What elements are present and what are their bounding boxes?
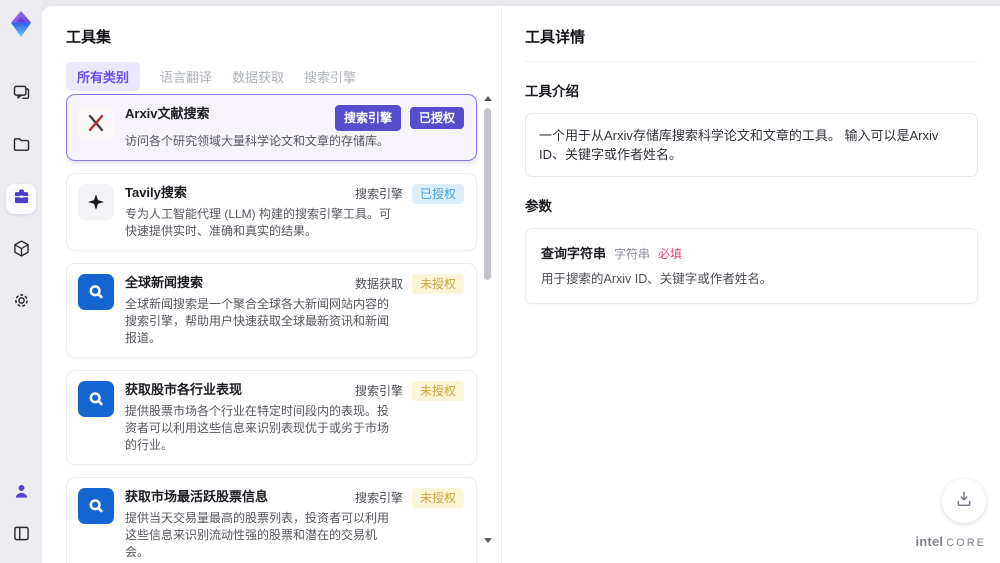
sidebar-item-models[interactable] xyxy=(6,236,36,266)
auth-status-badge: 未授权 xyxy=(411,381,464,401)
category-tab[interactable]: 搜索引擎 xyxy=(304,62,356,91)
tool-name: Arxiv文献搜索 xyxy=(125,106,210,121)
tool-description: 提供股票市场各个行业在特定时间段内的表现。投资者可以利用这些信息来识别表现优于或… xyxy=(125,404,390,452)
news-search-icon xyxy=(78,274,114,310)
auth-status-badge: 已授权 xyxy=(411,184,464,204)
auth-status-badge: 未授权 xyxy=(411,488,464,508)
detail-title: 工具详情 xyxy=(525,26,978,62)
intro-heading: 工具介绍 xyxy=(525,84,579,99)
auth-status-badge: 未授权 xyxy=(411,274,464,294)
category-badge: 搜索引擎 xyxy=(354,384,403,398)
tool-card[interactable]: 全球新闻搜索 数据获取 未授权 全球新闻搜索是一个聚合全球各大新闻网站内容的搜索… xyxy=(66,263,477,358)
scroll-up-arrow[interactable] xyxy=(484,96,492,101)
chat-icon xyxy=(11,82,32,108)
tool-description: 全球新闻搜索是一个聚合全球各大新闻网站内容的搜索引擎，帮助用户快速获取全球最新资… xyxy=(125,297,390,345)
category-badge: 搜索引擎 xyxy=(354,187,403,201)
user-icon xyxy=(11,481,32,507)
category-tabs: 所有类别 语言翻译 数据获取 搜索引擎 xyxy=(66,62,356,91)
tool-card[interactable]: Arxiv文献搜索 搜索引擎 已授权 访问各个研究领域大量科学论文和文章的存储库… xyxy=(66,94,477,161)
category-badge: 搜索引擎 xyxy=(334,105,401,131)
folder-icon xyxy=(11,134,32,160)
tool-detail-panel: 工具详情 工具介绍 一个用于从Arxiv存储库搜索科学论文和文章的工具。 输入可… xyxy=(503,6,1000,563)
category-tab[interactable]: 语言翻译 xyxy=(160,62,212,91)
tool-description: 专为人工智能代理 (LLM) 构建的搜索引擎工具。可快速提供实时、准确和真实的结… xyxy=(125,207,392,238)
scroll-down-arrow[interactable] xyxy=(484,538,492,543)
tool-card[interactable]: 获取市场最活跃股票信息 搜索引擎 未授权 提供当天交易量最高的股票列表，投资者可… xyxy=(66,477,477,563)
app-window: 工具集 所有类别 语言翻译 数据获取 搜索引擎 Arxiv文献搜索 搜索引擎 已… xyxy=(0,0,1000,563)
news-search-icon xyxy=(78,381,114,417)
intel-core-logo: intel core xyxy=(915,534,986,549)
param-type: 字符串 xyxy=(614,247,651,261)
toolbox-icon xyxy=(11,186,32,212)
param-required-flag: 必填 xyxy=(658,247,683,261)
tool-description: 访问各个研究领域大量科学论文和文章的存储库。 xyxy=(125,134,390,148)
tool-name: 获取市场最活跃股票信息 xyxy=(125,489,269,504)
tool-card[interactable]: 获取股市各行业表现 搜索引擎 未授权 提供股票市场各个行业在特定时间段内的表现。… xyxy=(66,370,477,465)
param-description: 用于搜索的Arxiv ID、关键字或作者姓名。 xyxy=(541,272,773,286)
sidebar-item-settings[interactable] xyxy=(6,288,36,318)
sidebar-item-account[interactable] xyxy=(6,479,36,509)
sidebar-item-files[interactable] xyxy=(6,132,36,162)
params-heading: 参数 xyxy=(525,199,552,214)
tool-name: 全球新闻搜索 xyxy=(125,275,204,290)
page-title: 工具集 xyxy=(66,29,112,46)
main-content: 工具集 所有类别 语言翻译 数据获取 搜索引擎 Arxiv文献搜索 搜索引擎 已… xyxy=(42,6,1000,563)
tool-description: 提供当天交易量最高的股票列表，投资者可以利用这些信息来识别流动性强的股票和潜在的… xyxy=(125,511,390,559)
sidebar-item-chat[interactable] xyxy=(6,80,36,110)
category-badge: 搜索引擎 xyxy=(354,491,403,505)
left-rail xyxy=(0,0,42,563)
download-icon xyxy=(954,489,974,514)
news-search-icon xyxy=(78,488,114,524)
tool-name: Tavily搜索 xyxy=(125,185,187,200)
panel-icon xyxy=(11,523,32,549)
intro-text: 一个用于从Arxiv存储库搜索科学论文和文章的工具。 输入可以是Arxiv ID… xyxy=(525,113,978,177)
cube-icon xyxy=(11,238,32,264)
category-badge: 数据获取 xyxy=(354,277,403,291)
sparkle-icon xyxy=(78,184,114,220)
gear-icon xyxy=(11,290,32,316)
list-scrollbar[interactable] xyxy=(483,94,493,545)
category-tab[interactable]: 数据获取 xyxy=(232,62,284,91)
scrollbar-thumb[interactable] xyxy=(484,108,491,280)
arxiv-icon xyxy=(78,105,114,141)
category-tab[interactable]: 所有类别 xyxy=(66,62,141,91)
app-logo-icon xyxy=(5,8,37,40)
download-button[interactable] xyxy=(942,479,986,523)
parameter-card: 查询字符串 字符串 必填 用于搜索的Arxiv ID、关键字或作者姓名。 xyxy=(525,228,978,304)
sidebar-item-collapse[interactable] xyxy=(6,521,36,551)
auth-status-badge: 已授权 xyxy=(409,107,464,129)
tool-name: 获取股市各行业表现 xyxy=(125,382,243,397)
tool-list: Arxiv文献搜索 搜索引擎 已授权 访问各个研究领域大量科学论文和文章的存储库… xyxy=(66,94,479,563)
param-name: 查询字符串 xyxy=(541,246,607,261)
tool-card[interactable]: Tavily搜索 搜索引擎 已授权 专为人工智能代理 (LLM) 构建的搜索引擎… xyxy=(66,173,477,251)
tools-panel: 工具集 所有类别 语言翻译 数据获取 搜索引擎 Arxiv文献搜索 搜索引擎 已… xyxy=(42,6,502,563)
sidebar-item-toolbox[interactable] xyxy=(6,184,36,214)
